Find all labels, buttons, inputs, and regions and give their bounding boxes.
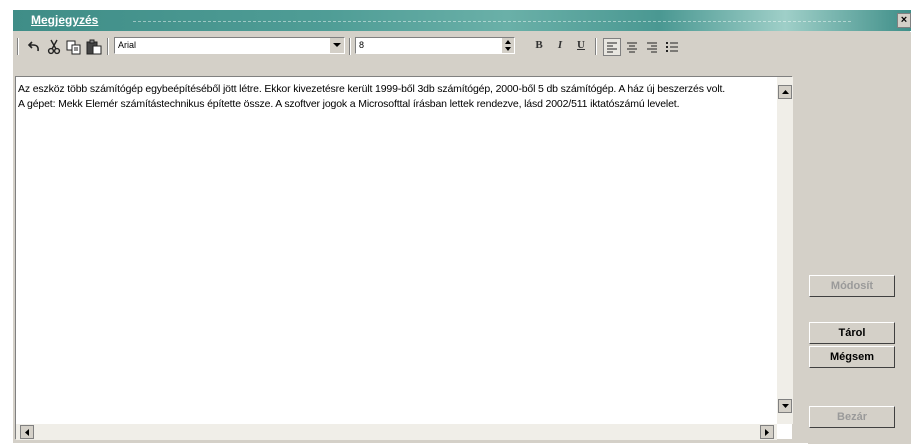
scroll-down-icon[interactable]: [778, 399, 792, 413]
title-bar[interactable]: Megjegyzés ×: [13, 10, 911, 31]
paste-icon[interactable]: [85, 38, 103, 56]
toolbar-separator: [349, 38, 351, 55]
toolbar-separator: [595, 38, 597, 55]
italic-button[interactable]: I: [553, 39, 567, 51]
modify-button[interactable]: Módosít: [809, 275, 895, 297]
window-title: Megjegyzés: [31, 13, 99, 27]
scroll-up-icon[interactable]: [778, 85, 792, 99]
underline-button[interactable]: U: [574, 39, 588, 51]
note-text: Az eszköz több számítógép egybeépítésébő…: [18, 82, 776, 112]
store-button[interactable]: Tárol: [809, 322, 895, 344]
scroll-right-icon[interactable]: [760, 425, 774, 439]
horizontal-scrollbar[interactable]: [16, 424, 777, 440]
font-name-select[interactable]: Arial: [114, 37, 345, 54]
action-panel: Módosít Tárol Mégsem Bezár: [808, 32, 911, 444]
bold-button[interactable]: B: [532, 39, 546, 51]
chevron-down-icon[interactable]: [329, 38, 344, 53]
close-window-button[interactable]: ×: [897, 13, 911, 28]
font-size-value: 8: [359, 40, 365, 50]
spin-down-icon[interactable]: [502, 45, 514, 52]
undo-icon[interactable]: [25, 38, 43, 56]
note-dialog: Megjegyzés × Arial 8 B I U Az eszköz töb…: [12, 9, 911, 444]
vertical-scrollbar[interactable]: [777, 77, 793, 424]
toolbar-separator: [107, 38, 109, 55]
toolbar-separator: [17, 38, 19, 55]
font-size-spinner[interactable]: [502, 38, 514, 53]
note-paragraph: Az eszköz több számítógép egybeépítésébő…: [18, 83, 726, 95]
copy-icon[interactable]: [65, 38, 83, 56]
scroll-left-icon[interactable]: [20, 425, 34, 439]
note-text-area[interactable]: Az eszköz több számítógép egybeépítésébő…: [15, 76, 793, 440]
cut-icon[interactable]: [45, 38, 63, 56]
align-right-icon[interactable]: [643, 38, 661, 56]
close-button[interactable]: Bezár: [809, 406, 895, 428]
font-size-field[interactable]: 8: [355, 37, 515, 54]
spin-up-icon[interactable]: [502, 38, 514, 45]
note-paragraph: A gépet: Mekk Elemér számítástechnikus é…: [18, 98, 680, 110]
bullet-list-icon[interactable]: [663, 38, 681, 56]
align-left-icon[interactable]: [603, 38, 621, 56]
font-name-value: Arial: [118, 40, 137, 50]
cancel-button[interactable]: Mégsem: [809, 346, 895, 368]
formatting-toolbar: Arial 8 B I U: [13, 32, 807, 60]
align-center-icon[interactable]: [623, 38, 641, 56]
